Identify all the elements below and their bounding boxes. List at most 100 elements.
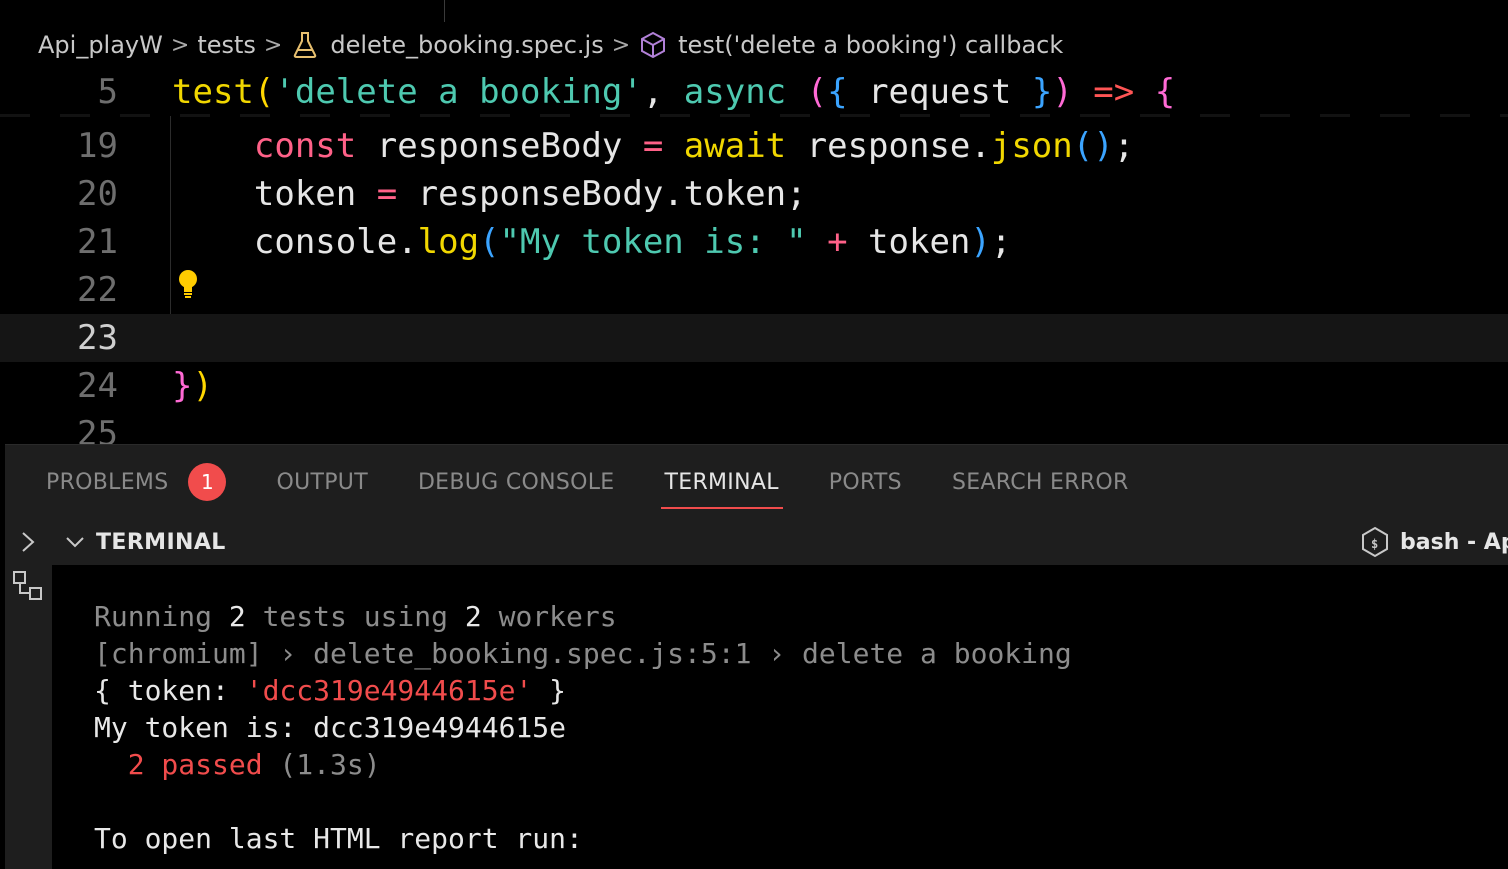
terminal-text: My token is: dcc319e4944615e (94, 711, 567, 744)
problems-count-badge: 1 (188, 463, 227, 501)
terminal-line: Running 2 tests using 2 workers (94, 598, 617, 635)
code-token: test (172, 72, 254, 112)
code-line[interactable]: 21 console.log("My token is: " + token); (0, 218, 1508, 266)
bash-icon: $ (1360, 526, 1390, 558)
code-token: ( (253, 72, 275, 112)
code-line[interactable]: 25 (0, 410, 1508, 444)
terminal-text: (1.3s) (262, 748, 381, 781)
code-token: "My token is: " (499, 222, 807, 262)
terminal-text: To open last HTML report run: (94, 822, 583, 855)
terminal-title: TERMINAL (96, 529, 226, 555)
terminal-output[interactable]: Running 2 tests using 2 workers [chromium… (52, 565, 1508, 869)
code-line[interactable]: 23 (0, 314, 1508, 362)
tab-label: SEARCH ERROR (951, 469, 1129, 495)
code-token: => (1093, 72, 1135, 112)
lightbulb-icon[interactable] (176, 268, 200, 300)
code-token: responseBody.token; (397, 174, 807, 214)
breadcrumb-chevron-icon: > (263, 32, 283, 58)
code-text: }) (172, 366, 213, 406)
code-editor[interactable]: 5 test('delete a booking', async ({ reque… (0, 68, 1508, 444)
breadcrumb-chevron-icon: > (611, 32, 631, 58)
code-token: ( (479, 222, 500, 262)
code-token: request (847, 72, 1032, 112)
terminal-text: 2 passed (94, 748, 263, 781)
terminal-line: { token: 'dcc319e4944615e' } (94, 672, 566, 709)
panel-tab-bar: PROBLEMS 1 OUTPUT DEBUG CONSOLE TERMINAL… (5, 445, 1508, 519)
code-token: } (172, 366, 193, 406)
code-token: await (683, 126, 787, 166)
cube-icon (638, 30, 668, 60)
line-number: 20 (77, 174, 118, 214)
code-token: log (417, 222, 480, 262)
tab-problems[interactable]: PROBLEMS 1 (46, 445, 227, 519)
code-token: ( (806, 72, 828, 112)
code-token: token (847, 222, 971, 262)
tab-label: DEBUG CONSOLE (417, 469, 615, 495)
code-token: const (253, 126, 357, 166)
terminal-instance[interactable]: $ bash - Api (1360, 519, 1508, 565)
line-number: 23 (77, 318, 118, 358)
tab-label: OUTPUT (276, 469, 368, 495)
tab-divider (444, 0, 445, 22)
shell-label: bash - Api (1400, 529, 1508, 555)
code-token: responseBody (356, 126, 643, 166)
tab-debug-console[interactable]: DEBUG CONSOLE (418, 445, 615, 519)
line-number: 5 (97, 72, 118, 112)
code-token: + (827, 222, 848, 262)
code-token: response. (786, 126, 991, 166)
code-line[interactable]: 24}) (0, 362, 1508, 410)
code-text: token = responseBody.token; (172, 174, 807, 214)
tab-search-error[interactable]: SEARCH ERROR (952, 445, 1129, 519)
code-token: , (642, 72, 684, 112)
breadcrumb-file[interactable]: delete_booking.spec.js (330, 31, 603, 59)
code-token: { (1154, 72, 1176, 112)
tab-terminal[interactable]: TERMINAL (660, 445, 784, 519)
code-token: console. (172, 222, 418, 262)
editor-tab-strip (0, 0, 1508, 22)
breadcrumb: Api_playW > tests > delete_booking.spec.… (0, 22, 1508, 68)
split-terminal-icon[interactable] (11, 569, 45, 603)
terminal-header: TERMINAL $ bash - Api (52, 519, 1508, 565)
terminal-text: 'dcc319e4944615e' (245, 674, 533, 707)
code-line[interactable]: 22 (0, 266, 1508, 314)
terminal-text: workers (481, 600, 617, 633)
chevron-right-icon[interactable] (17, 529, 39, 555)
code-line[interactable]: 5 test('delete a booking', async ({ reque… (0, 68, 1508, 116)
code-token: = (376, 174, 398, 214)
code-token: token (172, 174, 377, 214)
tab-label: TERMINAL (664, 469, 779, 495)
terminal-line: My token is: dcc319e4944615e (94, 709, 566, 746)
terminal-text: [chromium] › delete_booking.spec.js:5:1 … (94, 637, 1072, 670)
code-token: { (827, 72, 848, 112)
chevron-down-icon[interactable] (64, 531, 86, 553)
line-number: 25 (77, 414, 118, 444)
code-text: const responseBody = await response.json… (172, 126, 1134, 166)
code-token: () (1072, 126, 1114, 166)
tab-label: PORTS (828, 469, 902, 495)
breadcrumb-symbol[interactable]: test('delete a booking') callback (678, 31, 1063, 59)
code-token: = (642, 126, 664, 166)
terminal-text: tests using (245, 600, 465, 633)
terminal-text: 2 (228, 600, 246, 633)
tab-output[interactable]: OUTPUT (276, 445, 367, 519)
code-text: test('delete a booking', async ({ reques… (172, 72, 1175, 112)
tab-ports[interactable]: PORTS (829, 445, 902, 519)
terminal-text: Running (94, 600, 229, 633)
terminal-text: 2 (464, 600, 482, 633)
line-number: 21 (77, 222, 118, 262)
code-line[interactable]: 19 const responseBody = await response.j… (0, 122, 1508, 170)
terminal-line: [chromium] › delete_booking.spec.js:5:1 … (94, 635, 1072, 672)
breadcrumb-folder-tests[interactable]: tests (197, 31, 256, 59)
breadcrumb-folder-root[interactable]: Api_playW (38, 31, 163, 59)
code-token: ) (192, 366, 213, 406)
code-token: 'delete a booking' (274, 72, 643, 112)
code-token: json (990, 126, 1073, 166)
code-token: async (683, 72, 787, 112)
breadcrumb-chevron-icon: > (170, 32, 190, 58)
code-text: console.log("My token is: " + token); (172, 222, 1011, 262)
code-line[interactable]: 20 token = responseBody.token; (0, 170, 1508, 218)
